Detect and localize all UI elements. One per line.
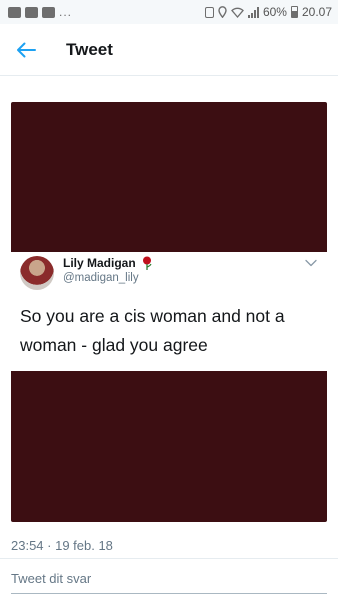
location-icon [218,6,227,18]
rose-icon [143,256,152,270]
reply-underline [11,593,327,594]
wifi-icon [231,7,244,18]
tweet-media-image[interactable]: Lily Madigan @madigan_lily So you are a … [11,102,327,522]
display-name: Lily Madigan [63,256,136,270]
user-handle: @madigan_lily [63,272,139,284]
reply-bar: Tweet dit svar [0,559,338,600]
arrow-left-icon[interactable] [16,42,36,58]
quoted-tweet-text: So you are a cis woman and not a woman -… [20,306,285,355]
clock: 20.07 [301,5,332,19]
app-header: Tweet [0,24,338,76]
avatar [20,256,54,290]
alarm-icon [204,6,214,18]
gallery-icon [42,6,55,18]
status-bar-right: 60% 20.07 [204,5,332,19]
status-bar-left: ... [8,5,72,19]
signal-icon [247,6,259,18]
reply-input[interactable]: Tweet dit svar [11,571,91,586]
page-title: Tweet [66,39,113,59]
back-button[interactable] [0,24,52,76]
youtube-icon [25,6,38,18]
battery-icon [290,6,298,18]
chevron-down-icon [305,259,317,267]
status-bar: ... 60% 20.07 [0,0,338,24]
tweet-timestamp: 23:54 · 19 feb. 18 [11,538,113,553]
quoted-tweet-screenshot: Lily Madigan @madigan_lily So you are a … [11,252,327,371]
facebook-icon [8,6,21,18]
overflow-dots: ... [59,5,73,19]
battery-percent: 60% [262,5,287,19]
